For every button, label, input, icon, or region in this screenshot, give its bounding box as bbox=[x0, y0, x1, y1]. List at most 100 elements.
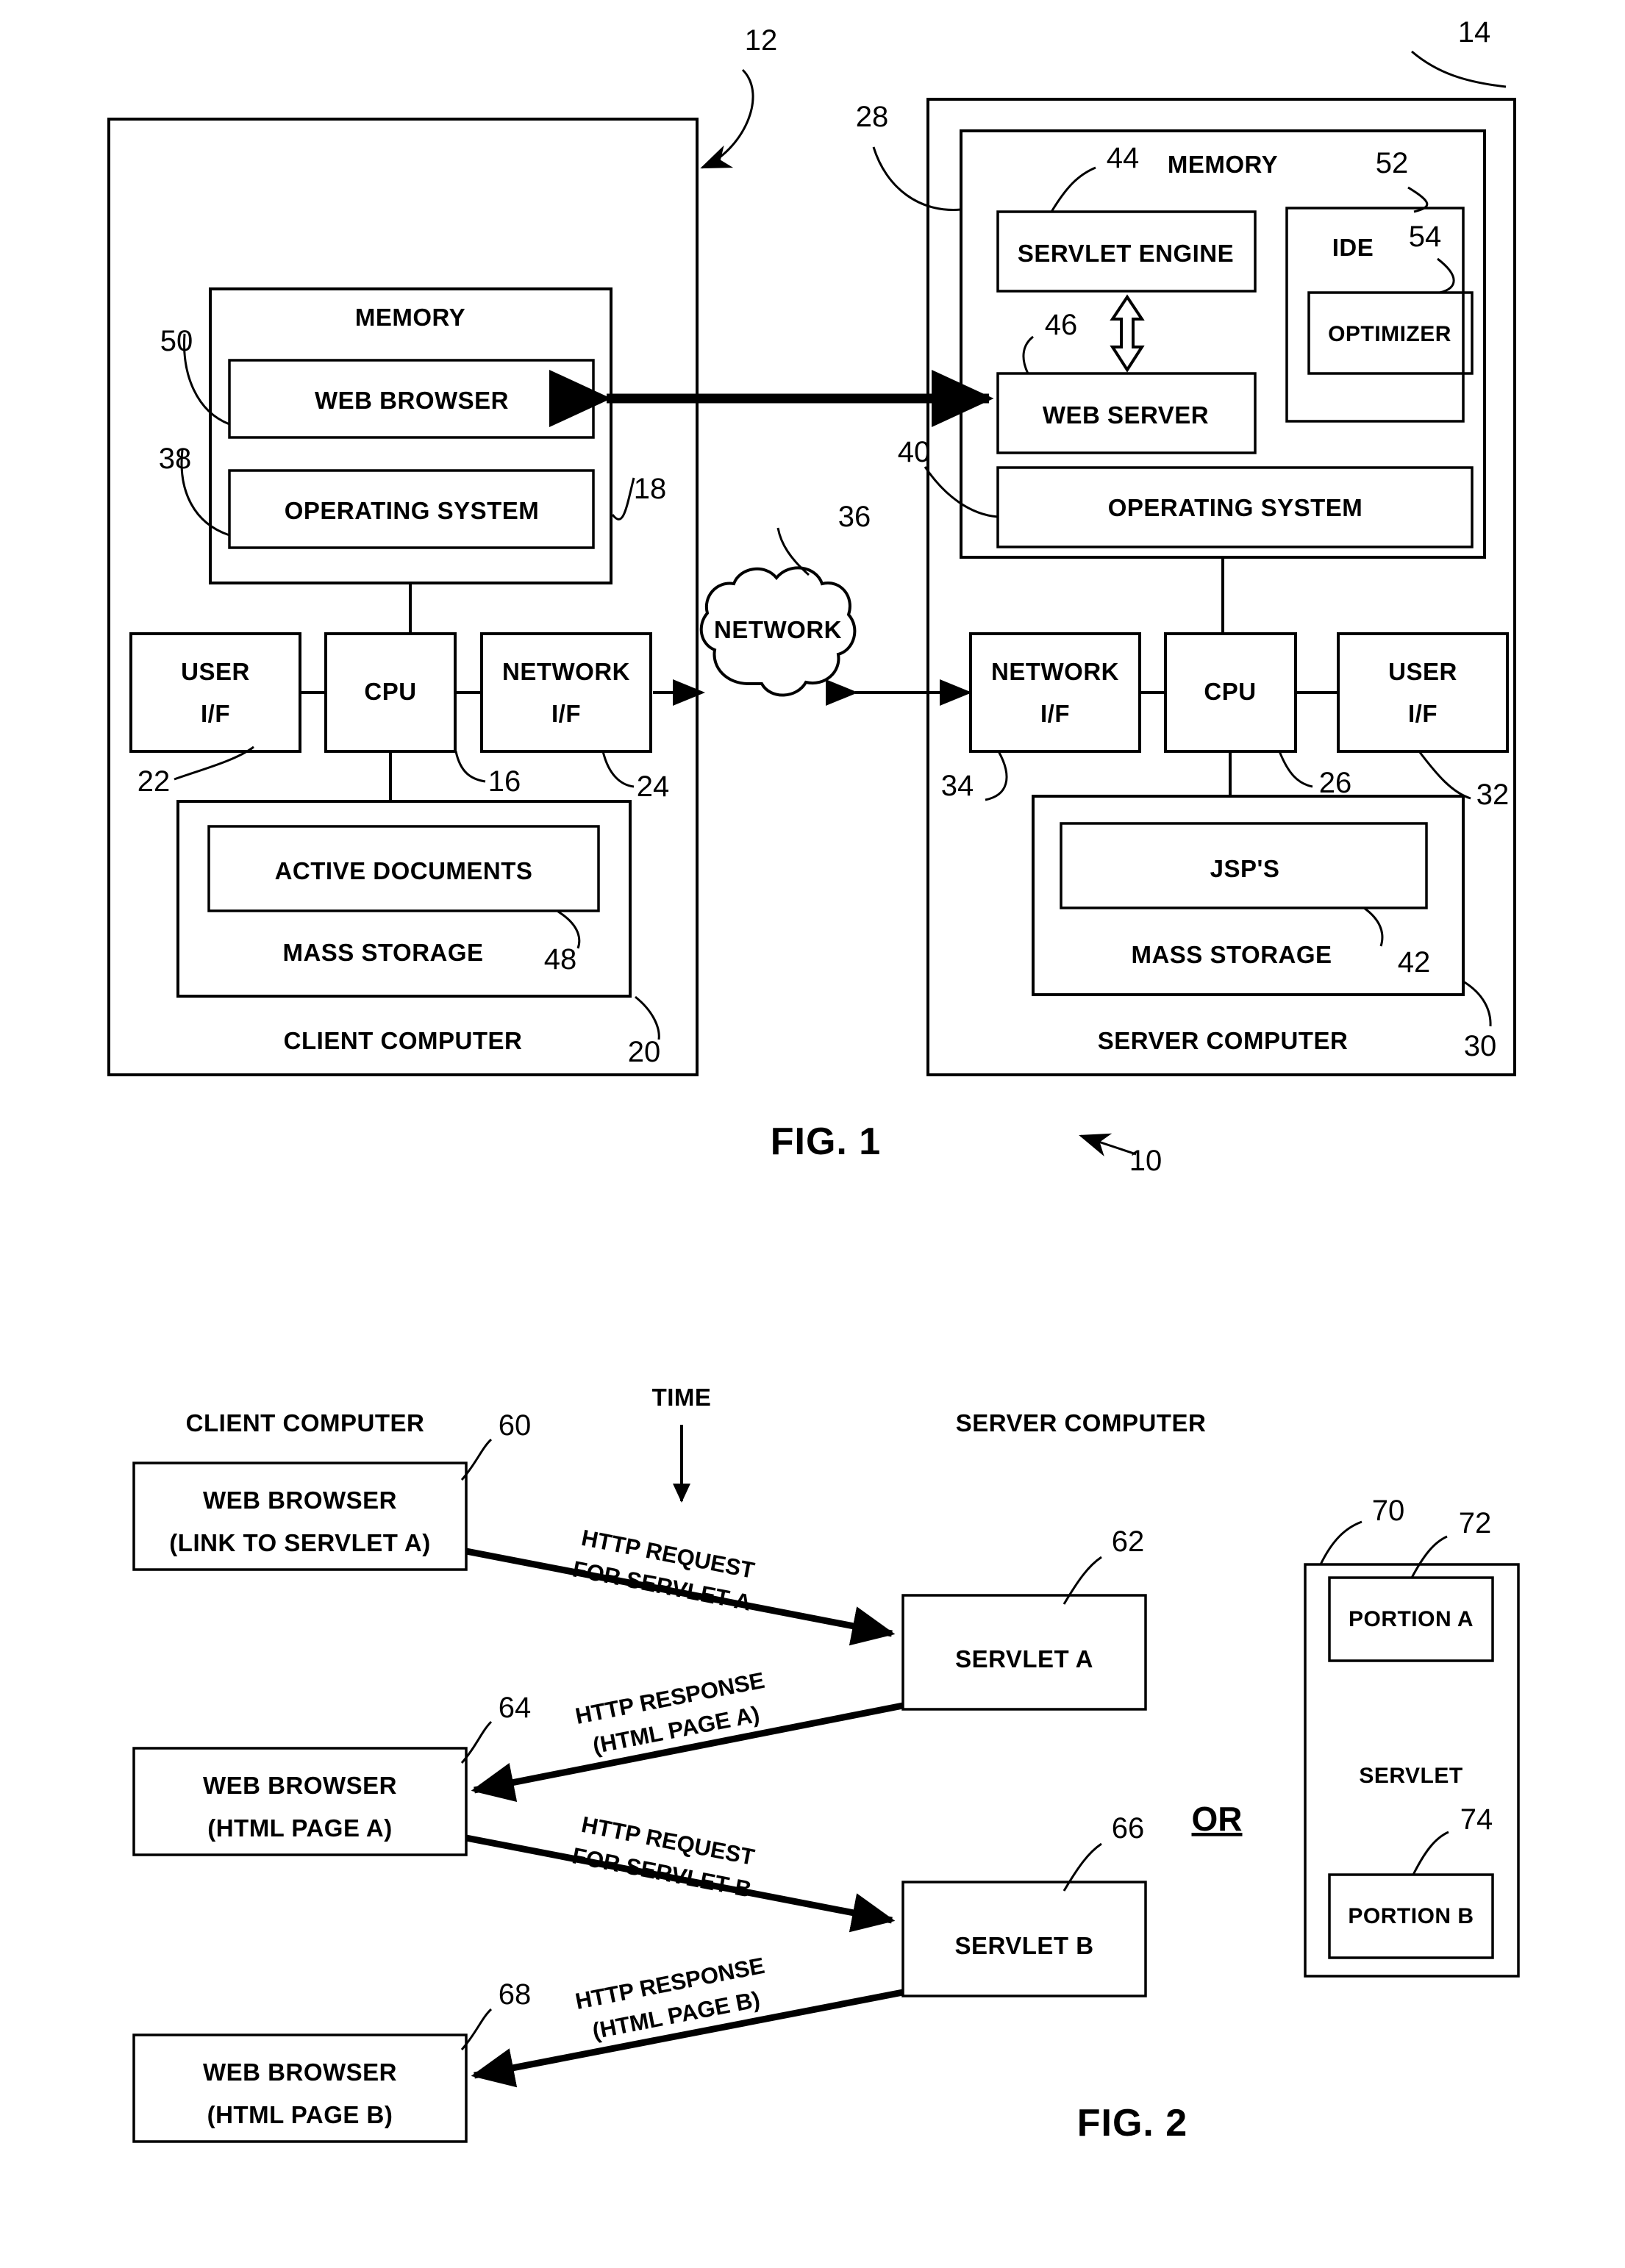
ref-number-52: 52 bbox=[1376, 147, 1409, 179]
fig2-server-column-label: SERVER COMPUTER bbox=[956, 1409, 1207, 1437]
fig2-msg-2-label-group: HTTP RESPONSE (HTML PAGE A) bbox=[574, 1667, 767, 1759]
lead-line-72 bbox=[1410, 1535, 1448, 1578]
ref-number-26: 26 bbox=[1319, 767, 1352, 799]
server-cpu-label: CPU bbox=[1204, 678, 1256, 705]
ref-number-34: 34 bbox=[941, 770, 974, 802]
fig2-servlet-a-label: SERVLET A bbox=[955, 1645, 1093, 1673]
ref-number-44: 44 bbox=[1107, 142, 1140, 174]
network-cloud-label: NETWORK bbox=[714, 616, 842, 643]
lead-line-62 bbox=[1062, 1556, 1102, 1605]
ref-number-20: 20 bbox=[628, 1036, 661, 1068]
ref-number-14: 14 bbox=[1458, 16, 1491, 49]
lead-line-46 bbox=[1022, 335, 1034, 374]
fig2-browser-state-1-line2: (LINK TO SERVLET A) bbox=[169, 1529, 430, 1556]
lead-line-68 bbox=[460, 2008, 493, 2050]
client-cpu-label: CPU bbox=[364, 678, 416, 705]
ref-number-10: 10 bbox=[1129, 1145, 1162, 1177]
fig2-browser-state-3-line2: (HTML PAGE B) bbox=[207, 2101, 393, 2128]
fig2-time-label: TIME bbox=[652, 1384, 712, 1411]
ref-number-60: 60 bbox=[499, 1409, 532, 1442]
server-memory-title: MEMORY bbox=[1168, 151, 1278, 178]
lead-line-16 bbox=[454, 751, 486, 783]
server-network-if-label-2: I/F bbox=[1040, 700, 1070, 727]
fig2-browser-state-3-line1: WEB BROWSER bbox=[203, 2058, 397, 2086]
fig2-browser-state-1-line1: WEB BROWSER bbox=[203, 1487, 397, 1514]
client-user-if-label-1: USER bbox=[181, 658, 250, 685]
fig2-servlet-b-label: SERVLET B bbox=[954, 1932, 1093, 1959]
patent-drawing-sheet: 12 MEMORY WEB BROWSER 50 OPERATING SYSTE… bbox=[0, 0, 1625, 2268]
server-computer-title: SERVER COMPUTER bbox=[1098, 1027, 1349, 1054]
client-memory-title: MEMORY bbox=[355, 304, 465, 331]
lead-line-14 bbox=[1411, 50, 1507, 88]
server-network-if-box bbox=[969, 632, 1141, 753]
ref-number-28: 28 bbox=[856, 101, 889, 133]
server-mass-storage-label: MASS STORAGE bbox=[1131, 941, 1332, 968]
lead-line-24 bbox=[601, 751, 635, 788]
ref-number-22: 22 bbox=[138, 765, 171, 798]
lead-line-12 bbox=[700, 68, 754, 169]
ref-number-70: 70 bbox=[1372, 1495, 1405, 1527]
client-mass-storage-label: MASS STORAGE bbox=[282, 939, 483, 966]
ref-number-62: 62 bbox=[1112, 1525, 1145, 1558]
ref-number-42: 42 bbox=[1398, 946, 1431, 979]
fig2-or-label: OR bbox=[1192, 1800, 1243, 1838]
server-os-label: OPERATING SYSTEM bbox=[1108, 494, 1363, 521]
fig2-portion-a-label: PORTION A bbox=[1349, 1607, 1474, 1631]
ref-number-24: 24 bbox=[637, 770, 670, 803]
lead-line-66 bbox=[1062, 1842, 1102, 1892]
fig2-msg-3-label-group: HTTP REQUEST FOR SERVLET B bbox=[570, 1811, 757, 1903]
server-user-if-box bbox=[1337, 632, 1509, 753]
server-user-if-label-1: USER bbox=[1388, 658, 1457, 685]
ref-number-48: 48 bbox=[544, 943, 577, 976]
fig2-servlet-detail-label: SERVLET bbox=[1359, 1764, 1462, 1788]
lead-line-20 bbox=[635, 995, 660, 1040]
lead-line-26 bbox=[1278, 751, 1313, 788]
ref-number-54: 54 bbox=[1409, 221, 1442, 253]
servlet-engine-label: SERVLET ENGINE bbox=[1018, 240, 1234, 267]
lead-line-32 bbox=[1418, 751, 1471, 800]
fig2-msg-1-label-group: HTTP REQUEST FOR SERVLET A bbox=[571, 1525, 757, 1616]
jsps-label: JSP'S bbox=[1210, 855, 1280, 882]
ref-number-50: 50 bbox=[160, 325, 193, 357]
client-user-if-box bbox=[129, 632, 301, 753]
lead-line-42 bbox=[1363, 906, 1384, 947]
ref-number-18: 18 bbox=[634, 473, 667, 505]
lead-line-70 bbox=[1319, 1520, 1362, 1565]
web-browser-label: WEB BROWSER bbox=[315, 387, 509, 414]
server-user-if-label-2: I/F bbox=[1408, 700, 1438, 727]
bidirectional-arrow-icon bbox=[1110, 294, 1145, 373]
ref-number-66: 66 bbox=[1112, 1812, 1145, 1845]
ref-number-36: 36 bbox=[838, 501, 871, 533]
client-computer-box bbox=[107, 118, 699, 1076]
ref-number-38: 38 bbox=[159, 443, 192, 475]
ref-number-40: 40 bbox=[898, 436, 931, 468]
client-user-if-label-2: I/F bbox=[201, 700, 230, 727]
fig2-portion-b-label: PORTION B bbox=[1348, 1904, 1474, 1928]
lead-line-34 bbox=[985, 751, 1008, 801]
client-network-if-label-1: NETWORK bbox=[502, 658, 630, 685]
lead-line-64 bbox=[460, 1720, 493, 1764]
optimizer-label: OPTIMIZER bbox=[1328, 322, 1451, 346]
ref-number-32: 32 bbox=[1476, 779, 1510, 811]
fig2-client-column-label: CLIENT COMPUTER bbox=[186, 1409, 425, 1437]
ide-label: IDE bbox=[1332, 234, 1374, 261]
ref-number-30: 30 bbox=[1464, 1030, 1497, 1062]
client-computer-title: CLIENT COMPUTER bbox=[284, 1027, 523, 1054]
lead-line-18 bbox=[611, 477, 635, 521]
client-os-label: OPERATING SYSTEM bbox=[285, 497, 540, 524]
client-memory-box bbox=[209, 287, 612, 584]
server-network-if-label-1: NETWORK bbox=[991, 658, 1119, 685]
fig2-msg-4-label-group: HTTP RESPONSE (HTML PAGE B) bbox=[574, 1953, 767, 2045]
ref-number-16: 16 bbox=[488, 765, 521, 798]
client-network-if-box bbox=[480, 632, 652, 753]
lead-line-28 bbox=[872, 146, 962, 211]
ref-number-72: 72 bbox=[1459, 1507, 1492, 1539]
client-network-if-label-2: I/F bbox=[551, 700, 581, 727]
lead-line-54 bbox=[1437, 257, 1455, 294]
fig2-caption: FIG. 2 bbox=[1077, 2102, 1188, 2144]
lead-line-74 bbox=[1412, 1831, 1449, 1875]
fig2-browser-state-2-line1: WEB BROWSER bbox=[203, 1772, 397, 1799]
web-server-label: WEB SERVER bbox=[1043, 401, 1209, 429]
fig2-browser-state-2-line2: (HTML PAGE A) bbox=[207, 1814, 393, 1842]
ref-number-68: 68 bbox=[499, 1978, 532, 2011]
